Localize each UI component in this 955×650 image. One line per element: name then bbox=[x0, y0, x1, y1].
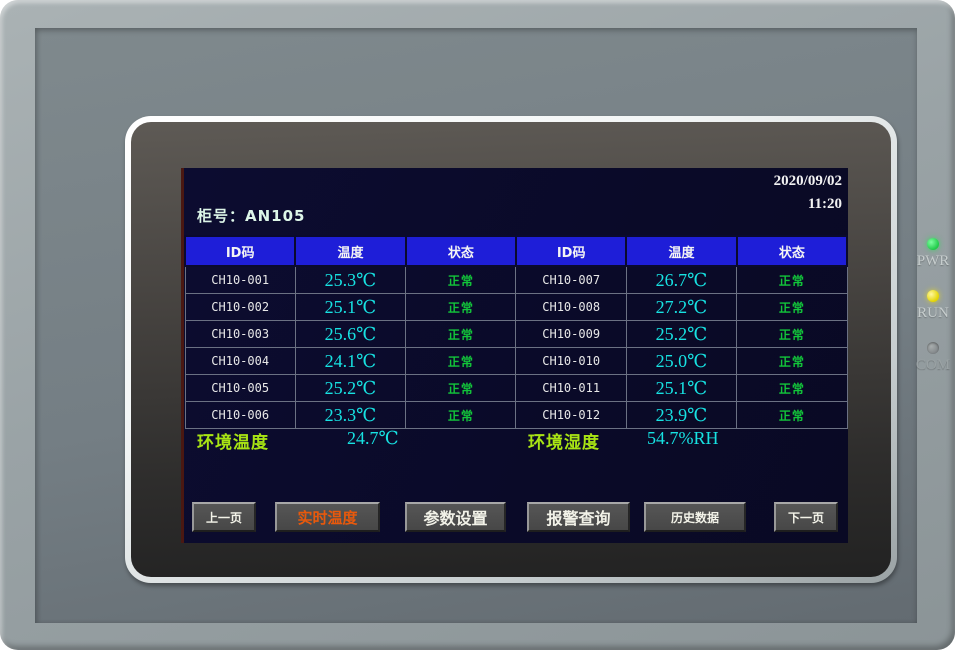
channel-status: 正常 bbox=[406, 294, 516, 321]
channel-status: 正常 bbox=[737, 294, 847, 321]
hmi-device-frame: 2020/09/02 11:20 柜号：AN105 ID码 温度 状态 ID码 … bbox=[0, 0, 955, 650]
channel-id: CH10-003 bbox=[185, 321, 295, 348]
table-row: CH10-003 25.6℃ 正常 CH10-009 25.2℃ 正常 bbox=[185, 321, 847, 348]
table-row: CH10-001 25.3℃ 正常 CH10-007 26.7℃ 正常 bbox=[185, 266, 847, 294]
channel-temp: 25.1℃ bbox=[295, 294, 405, 321]
screen-bezel: 2020/09/02 11:20 柜号：AN105 ID码 温度 状态 ID码 … bbox=[131, 122, 891, 577]
table-row: CH10-005 25.2℃ 正常 CH10-011 25.1℃ 正常 bbox=[185, 375, 847, 402]
channel-temp: 23.3℃ bbox=[295, 402, 405, 429]
col-header-id-2: ID码 bbox=[516, 236, 626, 266]
channel-status: 正常 bbox=[737, 348, 847, 375]
channel-status: 正常 bbox=[737, 402, 847, 429]
channel-temp: 25.1℃ bbox=[626, 375, 736, 402]
channel-id: CH10-004 bbox=[185, 348, 295, 375]
channel-status: 正常 bbox=[406, 375, 516, 402]
col-header-id-1: ID码 bbox=[185, 236, 295, 266]
channel-status: 正常 bbox=[406, 321, 516, 348]
channel-id: CH10-008 bbox=[516, 294, 626, 321]
run-led-label: RUN bbox=[917, 305, 949, 322]
table-header-row: ID码 温度 状态 ID码 温度 状态 bbox=[185, 236, 847, 266]
realtime-temp-button[interactable]: 实时温度 bbox=[275, 502, 380, 532]
channel-status: 正常 bbox=[406, 266, 516, 294]
prev-page-button[interactable]: 上一页 bbox=[192, 502, 256, 532]
col-header-status-1: 状态 bbox=[406, 236, 516, 266]
power-led-group: PWR bbox=[917, 238, 950, 270]
history-data-button[interactable]: 历史数据 bbox=[644, 502, 746, 532]
channel-status: 正常 bbox=[406, 348, 516, 375]
col-header-temp-1: 温度 bbox=[295, 236, 405, 266]
channel-id: CH10-011 bbox=[516, 375, 626, 402]
com-led-label: COM bbox=[916, 357, 950, 374]
hmi-panel-face: 2020/09/02 11:20 柜号：AN105 ID码 温度 状态 ID码 … bbox=[35, 28, 917, 623]
navigation-button-bar: 上一页 实时温度 参数设置 报警查询 历史数据 下一页 bbox=[184, 502, 848, 534]
table-row: CH10-004 24.1℃ 正常 CH10-010 25.0℃ 正常 bbox=[185, 348, 847, 375]
channel-temp: 23.9℃ bbox=[626, 402, 736, 429]
run-led-group: RUN bbox=[917, 290, 949, 322]
ambient-temp-label: 环境温度 bbox=[197, 428, 269, 453]
channel-id: CH10-007 bbox=[516, 266, 626, 294]
date-text: 2020/09/02 bbox=[774, 170, 842, 193]
datetime-display: 2020/09/02 11:20 bbox=[774, 170, 842, 216]
channel-status: 正常 bbox=[737, 375, 847, 402]
channel-temp: 24.1℃ bbox=[295, 348, 405, 375]
ambient-humidity-label: 环境湿度 bbox=[528, 428, 600, 453]
col-header-status-2: 状态 bbox=[737, 236, 847, 266]
channel-id: CH10-006 bbox=[185, 402, 295, 429]
table-row: CH10-002 25.1℃ 正常 CH10-008 27.2℃ 正常 bbox=[185, 294, 847, 321]
screen-ring: 2020/09/02 11:20 柜号：AN105 ID码 温度 状态 ID码 … bbox=[125, 116, 897, 583]
channel-temp: 25.6℃ bbox=[295, 321, 405, 348]
next-page-button[interactable]: 下一页 bbox=[774, 502, 838, 532]
environment-readings: 环境温度 24.7℃ 环境湿度 54.7%RH bbox=[184, 428, 848, 452]
com-led-icon bbox=[927, 342, 939, 354]
channel-id: CH10-002 bbox=[185, 294, 295, 321]
col-header-temp-2: 温度 bbox=[626, 236, 736, 266]
power-led-icon bbox=[927, 238, 939, 250]
ambient-temp-value: 24.7℃ bbox=[347, 428, 399, 449]
alarm-query-button[interactable]: 报警查询 bbox=[527, 502, 630, 532]
channel-temp: 27.2℃ bbox=[626, 294, 736, 321]
channel-temp: 25.3℃ bbox=[295, 266, 405, 294]
parameter-settings-button[interactable]: 参数设置 bbox=[405, 502, 506, 532]
status-led-column: PWR RUN COM bbox=[909, 238, 955, 374]
channel-temp: 25.2℃ bbox=[295, 375, 405, 402]
channel-status: 正常 bbox=[737, 266, 847, 294]
ambient-humidity-value: 54.7%RH bbox=[647, 428, 719, 449]
channel-id: CH10-005 bbox=[185, 375, 295, 402]
channel-id: CH10-009 bbox=[516, 321, 626, 348]
channel-id: CH10-010 bbox=[516, 348, 626, 375]
channel-temperature-table: ID码 温度 状态 ID码 温度 状态 CH10-001 25. bbox=[184, 235, 848, 429]
channel-status: 正常 bbox=[406, 402, 516, 429]
channel-status: 正常 bbox=[737, 321, 847, 348]
lcd-screen: 2020/09/02 11:20 柜号：AN105 ID码 温度 状态 ID码 … bbox=[181, 168, 848, 543]
run-led-icon bbox=[927, 290, 939, 302]
com-led-group: COM bbox=[916, 342, 950, 374]
power-led-label: PWR bbox=[917, 253, 950, 270]
time-text: 11:20 bbox=[774, 193, 842, 216]
channel-id: CH10-012 bbox=[516, 402, 626, 429]
table-row: CH10-006 23.3℃ 正常 CH10-012 23.9℃ 正常 bbox=[185, 402, 847, 429]
channel-temp: 25.2℃ bbox=[626, 321, 736, 348]
channel-id: CH10-001 bbox=[185, 266, 295, 294]
cabinet-label: 柜号：AN105 bbox=[197, 205, 305, 226]
channel-temp: 26.7℃ bbox=[626, 266, 736, 294]
channel-temp: 25.0℃ bbox=[626, 348, 736, 375]
